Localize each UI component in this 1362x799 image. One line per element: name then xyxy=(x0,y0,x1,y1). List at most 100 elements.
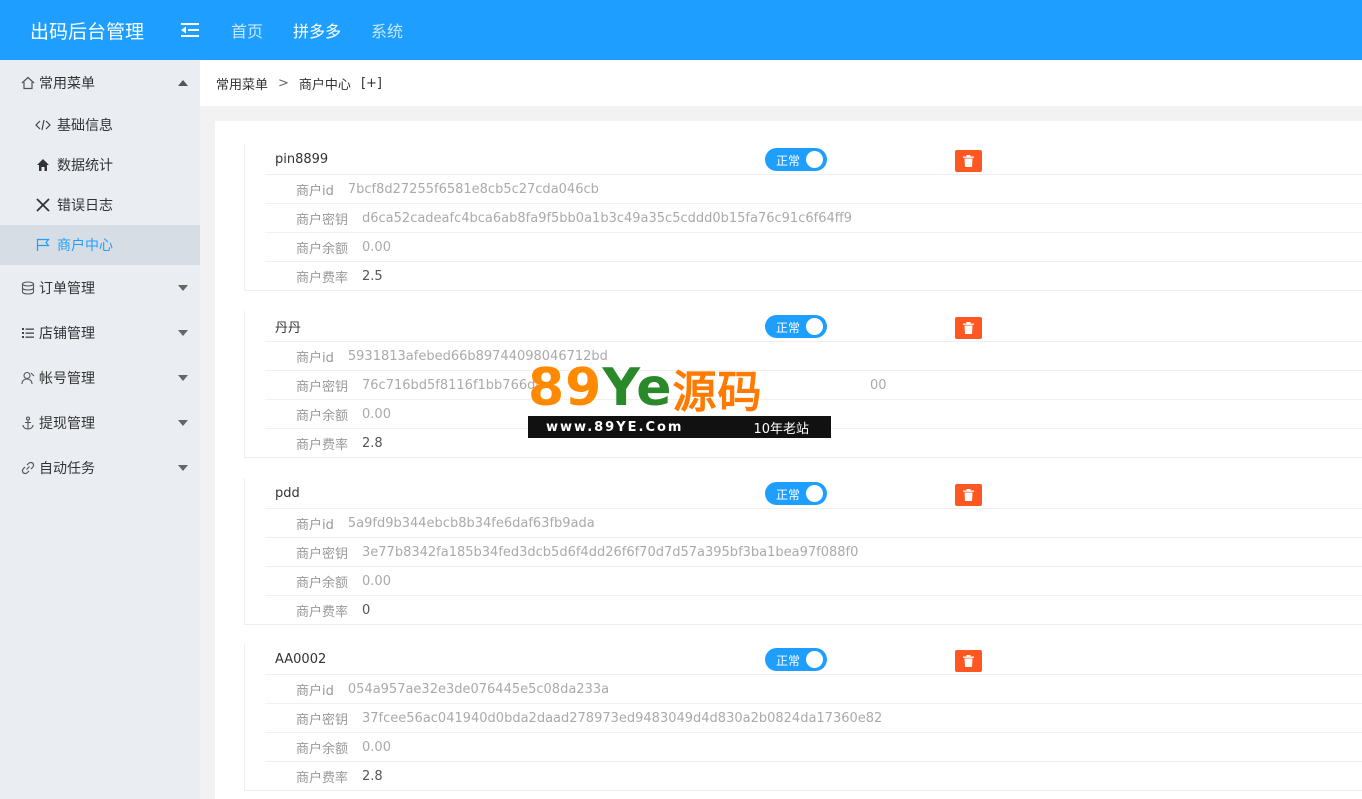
switch-knob xyxy=(806,651,823,668)
breadcrumb: 常用菜单 > 商户中心 [+] xyxy=(200,60,1362,106)
database-icon xyxy=(20,280,36,296)
merchant-rate-row: 商户费率 2.5 xyxy=(265,261,1362,290)
delete-button[interactable] xyxy=(955,150,982,172)
field-label: 商户余额 xyxy=(296,408,349,424)
merchant-balance: 0.00 xyxy=(362,406,391,422)
merchant-rate-row: 商户费率 2.8 xyxy=(265,761,1362,790)
merchant-header: AA0002 正常 xyxy=(244,644,1362,674)
merchant-id: 7bcf8d27255f6581e8cb5c27cda046cb xyxy=(347,181,599,197)
field-label: 商户id xyxy=(296,183,334,199)
status-switch[interactable]: 正常 xyxy=(765,315,827,338)
trash-icon xyxy=(963,155,974,167)
sidebar-group-orders[interactable]: 订单管理 xyxy=(0,265,200,310)
sidebar-item-merchant-center[interactable]: 商户中心 xyxy=(0,225,200,265)
breadcrumb-item-common[interactable]: 常用菜单 xyxy=(216,74,268,93)
merchant-rate: 2.8 xyxy=(362,768,383,784)
merchant-name: 丹丹 xyxy=(275,320,302,336)
sidebar-item-basic-info[interactable]: 基础信息 xyxy=(0,105,200,145)
field-label: 商户费率 xyxy=(296,270,349,286)
field-label: 商户密钥 xyxy=(296,712,349,728)
trash-icon xyxy=(963,655,974,667)
delete-button[interactable] xyxy=(955,650,982,672)
trash-icon xyxy=(963,489,974,501)
field-label: 商户密钥 xyxy=(296,546,349,562)
add-link[interactable]: [+] xyxy=(361,76,382,91)
merchant-key-row: 商户密钥 3e77b8342fa185b34fed3dcb5d6f4dd26f6f… xyxy=(265,537,1362,566)
sidebar: 常用菜单 基础信息 数据统计 错误日志 商户中心 订单管理 店铺管理 帐号管理 … xyxy=(0,60,200,799)
merchant-balance: 0.00 xyxy=(362,239,391,255)
status-switch-label: 正常 xyxy=(776,154,801,168)
merchant-id-row: 商户id 5a9fd9b344ebcb8b34fe6daf63fb9ada xyxy=(265,508,1362,537)
status-switch-label: 正常 xyxy=(776,321,801,335)
nav-system[interactable]: 系统 xyxy=(371,18,403,42)
merchant-balance-row: 商户余额 0.00 xyxy=(265,566,1362,595)
sidebar-group-auto-tasks[interactable]: 自动任务 xyxy=(0,445,200,490)
merchant-key-tail: 00 xyxy=(870,377,887,393)
sidebar-item-statistics[interactable]: 数据统计 xyxy=(0,145,200,185)
sidebar-item-error-log[interactable]: 错误日志 xyxy=(0,185,200,225)
merchant-id-row: 商户id 7bcf8d27255f6581e8cb5c27cda046cb xyxy=(265,174,1362,203)
chevron-down-icon xyxy=(178,284,188,291)
field-label: 商户余额 xyxy=(296,741,349,757)
switch-knob xyxy=(806,485,823,502)
merchant-key: 76c716bd5f8116f1bb766d4 xyxy=(362,377,544,393)
sidebar-item-label: 基础信息 xyxy=(57,118,113,134)
menu-collapse-icon[interactable] xyxy=(181,22,203,38)
link-icon xyxy=(20,460,36,476)
status-switch[interactable]: 正常 xyxy=(765,648,827,671)
home-icon xyxy=(20,75,36,91)
code-icon xyxy=(35,117,51,133)
nav-pinduoduo[interactable]: 拼多多 xyxy=(293,18,341,42)
merchant-name: pdd xyxy=(275,485,300,501)
merchant-header: pdd 正常 xyxy=(244,478,1362,508)
field-label: 商户密钥 xyxy=(296,379,349,395)
merchant-details: 商户id 054a957ae32e3de076445e5c08da233a 商户密… xyxy=(244,674,1362,790)
merchant-key-row: 商户密钥 37fcee56ac041940d0bda2daad278973ed94… xyxy=(265,703,1362,732)
status-switch[interactable]: 正常 xyxy=(765,482,827,505)
merchant-header: 丹丹 正常 xyxy=(244,311,1362,341)
sidebar-group-label: 帐号管理 xyxy=(39,370,95,387)
delete-button[interactable] xyxy=(955,484,982,506)
sidebar-group-label: 自动任务 xyxy=(39,460,95,477)
delete-button[interactable] xyxy=(955,317,982,339)
sidebar-item-label: 商户中心 xyxy=(57,238,113,254)
sidebar-group-label: 店铺管理 xyxy=(39,325,95,342)
divider xyxy=(244,624,1362,625)
watermark-tag: 10年老站 xyxy=(753,421,809,437)
merchant-id: 054a957ae32e3de076445e5c08da233a xyxy=(347,681,610,697)
divider xyxy=(244,457,1362,458)
sidebar-item-label: 数据统计 xyxy=(57,158,113,174)
merchant-list-panel: pin8899 正常 商户id 7bcf8d27255f6581e8cb5c27c… xyxy=(215,121,1362,799)
sidebar-group-withdrawal[interactable]: 提现管理 xyxy=(0,400,200,445)
merchant-balance-row: 商户余额 0.00 xyxy=(265,732,1362,761)
status-switch[interactable]: 正常 xyxy=(765,148,827,171)
watermark-logo: 89 Ye 源码 www.89YE.Com 10年老站 xyxy=(528,358,831,438)
merchant-details: 商户id 7bcf8d27255f6581e8cb5c27cda046cb 商户密… xyxy=(244,174,1362,290)
cross-icon xyxy=(35,197,51,213)
merchant-name: pin8899 xyxy=(275,151,329,167)
merchant-balance: 0.00 xyxy=(362,573,391,589)
merchant-header: pin8899 正常 xyxy=(244,144,1362,174)
status-switch-label: 正常 xyxy=(776,654,801,668)
merchant-card: pin8899 正常 商户id 7bcf8d27255f6581e8cb5c27c… xyxy=(244,144,1362,291)
app-title: 出码后台管理 xyxy=(30,20,145,43)
merchant-key: d6ca52cadeafc4bca6ab8fa9f5bb0a1b3c49a35c… xyxy=(362,210,852,226)
chevron-down-icon xyxy=(178,464,188,471)
merchant-rate: 2.8 xyxy=(362,435,383,451)
merchant-key: 3e77b8342fa185b34fed3dcb5d6f4dd26f6f70d7… xyxy=(362,544,859,560)
divider xyxy=(244,290,1362,291)
sidebar-group-common[interactable]: 常用菜单 xyxy=(0,60,200,105)
chevron-up-icon xyxy=(178,79,188,86)
house-icon xyxy=(35,157,51,173)
merchant-name: AA0002 xyxy=(275,651,327,667)
nav-home[interactable]: 首页 xyxy=(231,18,263,42)
sidebar-group-shops[interactable]: 店铺管理 xyxy=(0,310,200,355)
merchant-card: pdd 正常 商户id 5a9fd9b344ebcb8b34fe6daf63fb9… xyxy=(244,478,1362,625)
merchant-card: AA0002 正常 商户id 054a957ae32e3de076445e5c08… xyxy=(244,644,1362,791)
field-label: 商户余额 xyxy=(296,575,349,591)
field-label: 商户id xyxy=(296,517,334,533)
sidebar-group-accounts[interactable]: 帐号管理 xyxy=(0,355,200,400)
field-label: 商户密钥 xyxy=(296,212,349,228)
merchant-key-row: 商户密钥 d6ca52cadeafc4bca6ab8fa9f5bb0a1b3c49… xyxy=(265,203,1362,232)
list-icon xyxy=(20,325,36,341)
